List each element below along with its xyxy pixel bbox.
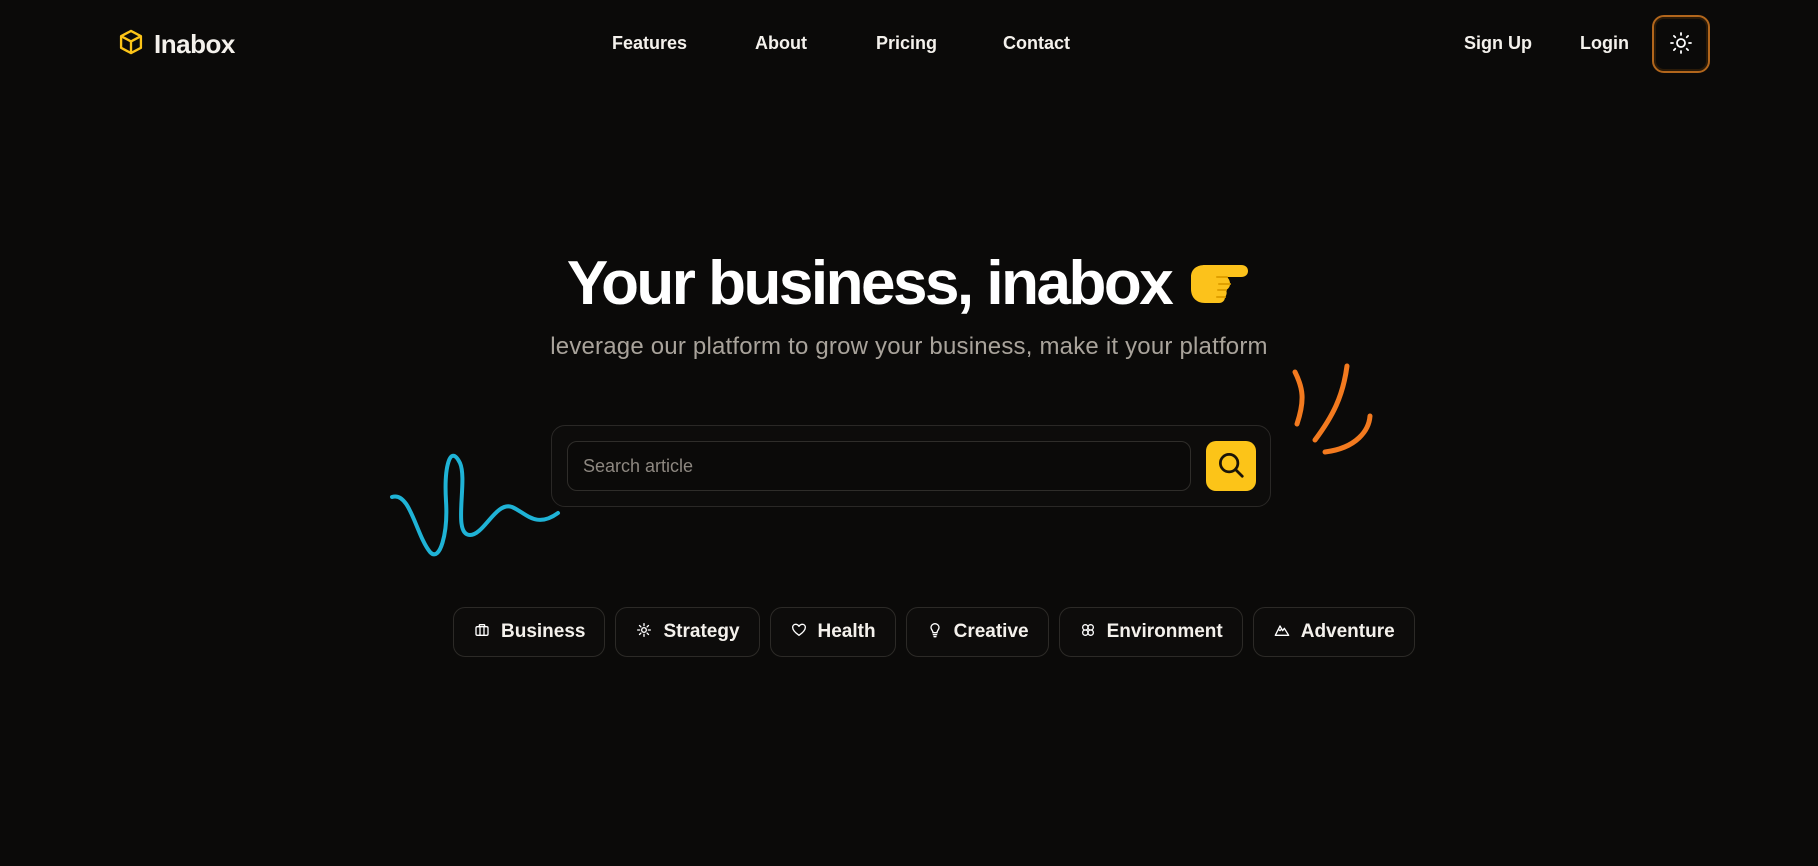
burst-decoration bbox=[1292, 363, 1373, 455]
heart-icon bbox=[791, 622, 807, 643]
auth-links: Sign Up Login bbox=[1464, 33, 1629, 54]
flower-icon bbox=[1080, 622, 1096, 643]
theme-toggle-button[interactable] bbox=[1652, 15, 1710, 73]
category-label: Creative bbox=[953, 621, 1029, 642]
gear-icon bbox=[636, 622, 652, 643]
briefcase-icon bbox=[474, 622, 490, 643]
cube-icon bbox=[117, 28, 145, 61]
category-label: Environment bbox=[1106, 621, 1223, 642]
mountain-icon bbox=[1274, 622, 1290, 643]
top-nav: Inabox Features About Pricing Contact Si… bbox=[0, 0, 1818, 90]
nav-link-pricing[interactable]: Pricing bbox=[876, 33, 1003, 54]
search-icon bbox=[1216, 450, 1246, 483]
category-list: Business Strategy Health Creative Enviro… bbox=[453, 607, 1415, 657]
category-label: Health bbox=[817, 621, 876, 642]
category-creative[interactable]: Creative bbox=[905, 607, 1049, 657]
search-input[interactable] bbox=[567, 441, 1191, 491]
lightbulb-icon bbox=[927, 622, 943, 643]
category-health[interactable]: Health bbox=[769, 607, 896, 657]
logo-text: Inabox bbox=[154, 29, 235, 59]
hero-title-text: Your business, inabox bbox=[566, 249, 1174, 318]
hero-subtitle: leverage our platform to grow your busin… bbox=[550, 333, 1268, 360]
category-strategy[interactable]: Strategy bbox=[615, 607, 760, 657]
category-label: Strategy bbox=[663, 621, 740, 642]
nav-links: Features About Pricing Contact bbox=[612, 33, 1083, 54]
pointing-hand-icon bbox=[1185, 251, 1251, 324]
search-button[interactable] bbox=[1206, 441, 1256, 491]
category-business[interactable]: Business bbox=[453, 607, 606, 657]
logo-link[interactable]: Inabox bbox=[117, 28, 235, 61]
landing-page: Inabox Features About Pricing Contact Si… bbox=[0, 0, 1818, 866]
sun-icon bbox=[1669, 31, 1693, 58]
category-environment[interactable]: Environment bbox=[1058, 607, 1243, 657]
category-label: Business bbox=[501, 621, 586, 642]
category-adventure[interactable]: Adventure bbox=[1252, 607, 1415, 657]
sign-up-link[interactable]: Sign Up bbox=[1464, 33, 1580, 54]
nav-link-about[interactable]: About bbox=[755, 33, 876, 54]
hero-title: Your business, inabox bbox=[0, 248, 1818, 324]
category-label: Adventure bbox=[1300, 621, 1395, 642]
nav-link-contact[interactable]: Contact bbox=[1003, 33, 1083, 54]
login-link[interactable]: Login bbox=[1580, 33, 1629, 54]
nav-link-features[interactable]: Features bbox=[612, 33, 755, 54]
search-bar bbox=[551, 425, 1271, 507]
